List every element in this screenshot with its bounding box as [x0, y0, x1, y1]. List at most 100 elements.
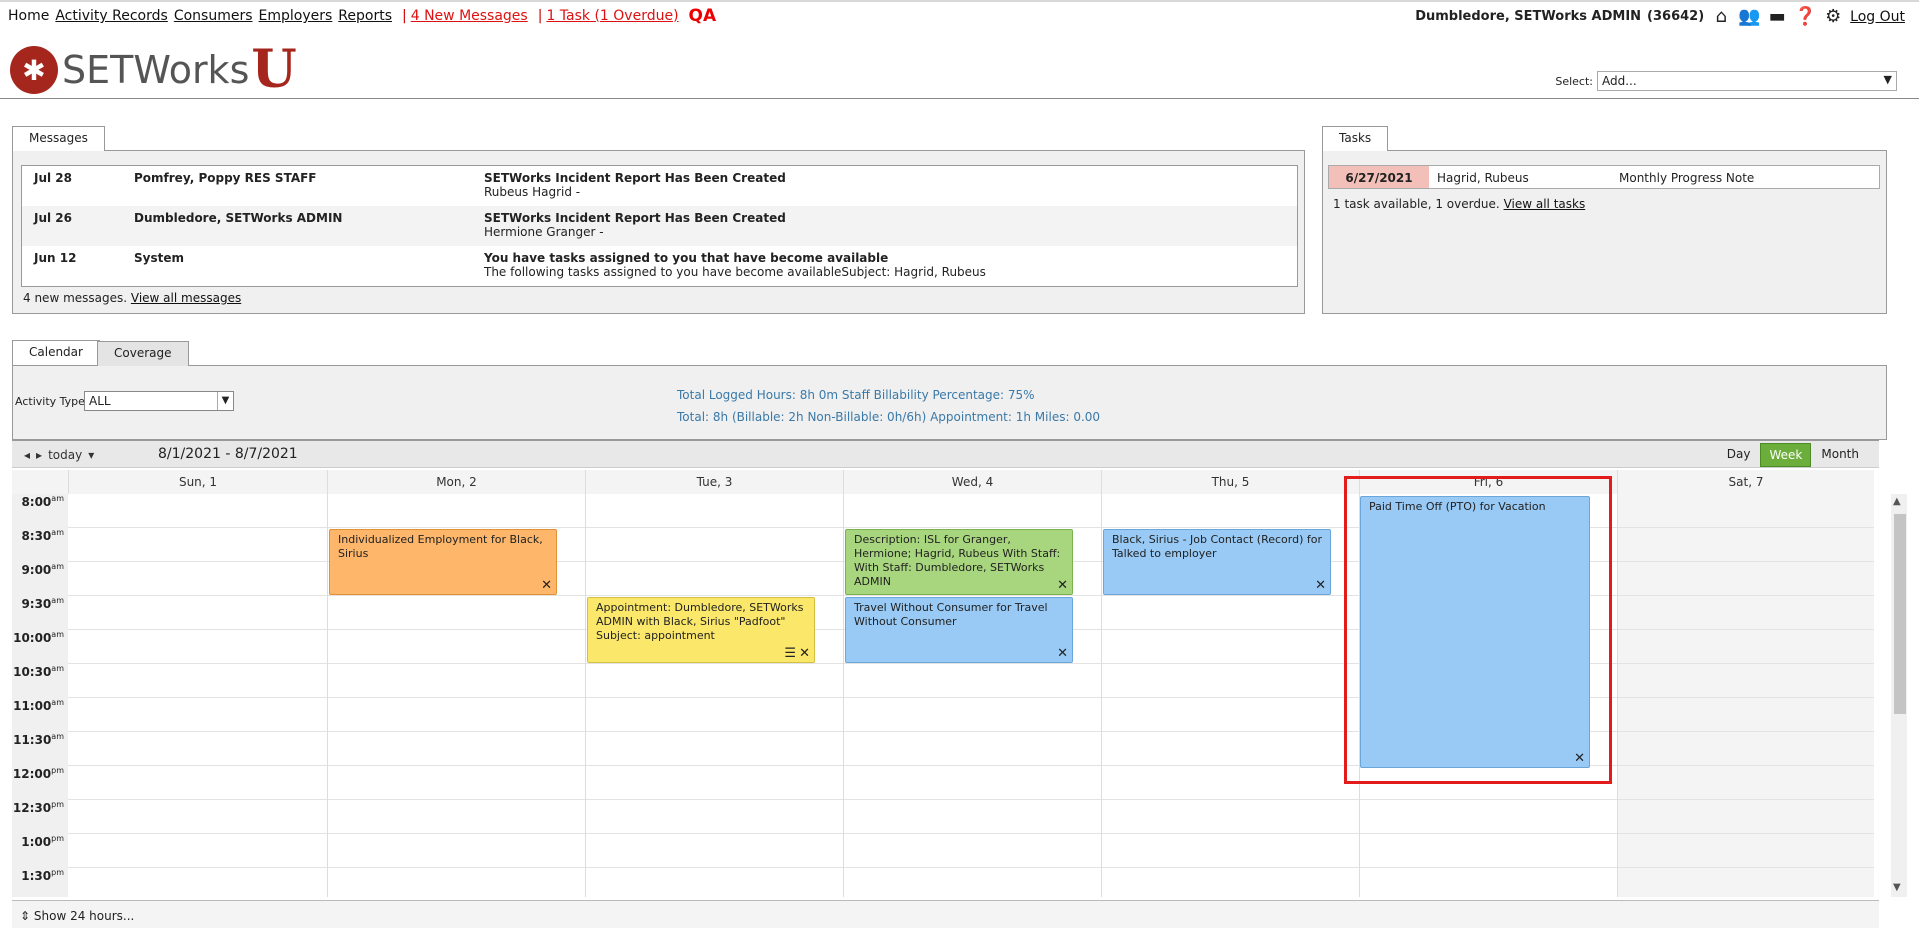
message-subject: SETWorks Incident Report Has Been Create… [484, 171, 786, 185]
event-title: Description: ISL for Granger, Hermione; … [854, 533, 1061, 588]
grid-line [585, 494, 586, 897]
activity-type-select[interactable]: ALL ▼ [84, 391, 234, 411]
view-switcher: Day Week Month [1719, 443, 1867, 467]
message-row[interactable]: Jun 12 System You have tasks assigned to… [22, 246, 1297, 286]
message-from: Dumbledore, SETWorks ADMIN [134, 211, 343, 225]
close-icon[interactable]: ✕ [1057, 579, 1068, 593]
tab-messages[interactable]: Messages [12, 126, 105, 151]
calendar-event-job-contact[interactable]: Black, Sirius - Job Contact (Record) for… [1103, 529, 1331, 595]
select-label: Select: [1555, 74, 1593, 88]
message-row[interactable]: Jul 28 Pomfrey, Poppy RES STAFF SETWorks… [22, 166, 1297, 206]
nav-reports[interactable]: Reports [338, 8, 392, 24]
date-range: 8/1/2021 - 8/7/2021 [158, 446, 298, 462]
scroll-thumb[interactable] [1894, 514, 1906, 714]
logo-figure-icon: ✱ [10, 46, 58, 94]
message-date: Jul 26 [34, 211, 72, 225]
logout-link[interactable]: Log Out [1850, 9, 1905, 25]
message-body: SETWorks Incident Report Has Been Create… [484, 211, 786, 246]
time-label: 10:00am [13, 630, 64, 645]
tab-tasks[interactable]: Tasks [1322, 126, 1389, 151]
scroll-down-icon[interactable]: ▼ [1893, 882, 1901, 893]
tasks-count: 1 task available, 1 overdue. [1333, 197, 1500, 211]
chevron-down-icon: ▼ [217, 392, 233, 410]
message-detail: Rubeus Hagrid - [484, 185, 581, 199]
day-header: Tue, 3 [585, 470, 843, 494]
user-id: (36642) [1647, 9, 1705, 24]
day-header: Sun, 1 [68, 470, 327, 494]
nav-employers[interactable]: Employers [259, 8, 333, 24]
user-name: Dumbledore, SETWorks ADMIN [1415, 9, 1642, 24]
message-date: Jun 12 [34, 251, 77, 265]
home-icon[interactable]: ⌂ [1710, 6, 1732, 27]
nav-new-messages[interactable]: 4 New Messages [411, 8, 528, 24]
message-date: Jul 28 [34, 171, 72, 185]
calendar-event-individualized-employment[interactable]: Individualized Employment for Black, Sir… [329, 529, 557, 595]
next-week-icon[interactable]: ▸ [36, 448, 42, 462]
view-day-button[interactable]: Day [1719, 443, 1759, 467]
header-divider [0, 98, 1919, 99]
message-row[interactable]: Jul 26 Dumbledore, SETWorks ADMIN SETWor… [22, 206, 1297, 246]
message-detail: The following tasks assigned to you have… [484, 265, 986, 279]
calendar-event-travel[interactable]: Travel Without Consumer for Travel Witho… [845, 597, 1073, 663]
time-label: 9:30am [21, 596, 64, 611]
event-title: Individualized Employment for Black, Sir… [338, 533, 543, 560]
close-icon[interactable]: ✕ [1315, 579, 1326, 593]
calendar-scrollbar[interactable]: ▲ ▼ [1891, 494, 1907, 897]
view-all-messages-link[interactable]: View all messages [131, 291, 241, 305]
close-icon[interactable]: ✕ [1057, 647, 1068, 661]
environment-badge: QA [688, 6, 717, 26]
add-select-value: Add... [1602, 74, 1637, 88]
totals-summary: Total Logged Hours: 8h 0m Staff Billabil… [677, 384, 1100, 428]
calendar-event-appointment[interactable]: Appointment: Dumbledore, SETWorks ADMIN … [587, 597, 815, 663]
view-month-button[interactable]: Month [1813, 443, 1867, 467]
grid-line [68, 867, 1874, 868]
day-header: Sat, 7 [1617, 470, 1874, 494]
logo-text: SETWorks [62, 48, 250, 92]
grid-line [843, 494, 844, 897]
time-label: 11:30am [13, 732, 64, 747]
time-header-blank [12, 470, 68, 494]
tab-coverage[interactable]: Coverage [97, 341, 189, 366]
briefcase-icon[interactable]: ▬ [1766, 6, 1788, 27]
activity-type-value: ALL [89, 394, 111, 408]
add-select[interactable]: Add... ▼ [1597, 71, 1897, 91]
tab-calendar[interactable]: Calendar [12, 340, 100, 365]
nav-activity-records[interactable]: Activity Records [55, 8, 167, 24]
totals-line-1: Total Logged Hours: 8h 0m Staff Billabil… [677, 388, 1035, 402]
messages-footer: 4 new messages. View all messages [23, 291, 241, 305]
grid-line [68, 833, 1874, 834]
grid-line [1101, 494, 1102, 897]
weekend-column [1617, 494, 1874, 897]
expand-icon[interactable]: ⇕ [20, 909, 30, 923]
message-from: System [134, 251, 184, 265]
today-button[interactable]: today [48, 448, 82, 462]
event-title: Travel Without Consumer for Travel Witho… [854, 601, 1048, 628]
calendar-toolbar: ◂ ▸ today ▾ 8/1/2021 - 8/7/2021 Day Week… [12, 440, 1879, 468]
event-title: Appointment: Dumbledore, SETWorks ADMIN … [596, 601, 804, 642]
help-icon[interactable]: ❓ [1794, 6, 1816, 27]
view-week-button[interactable]: Week [1760, 443, 1812, 467]
nav-separator: | [402, 8, 407, 24]
close-icon[interactable]: ✕ [799, 647, 810, 661]
close-icon[interactable]: ✕ [541, 579, 552, 593]
chevron-down-icon: ▼ [1883, 73, 1892, 86]
view-all-tasks-link[interactable]: View all tasks [1504, 197, 1586, 211]
time-label: 12:30pm [12, 800, 64, 815]
scroll-up-icon[interactable]: ▲ [1893, 496, 1901, 507]
prev-week-icon[interactable]: ◂ [24, 448, 30, 462]
nav-consumers[interactable]: Consumers [174, 8, 253, 24]
task-row[interactable]: 6/27/2021 Hagrid, Rubeus Monthly Progres… [1328, 165, 1880, 189]
calendar-event-isl[interactable]: Description: ISL for Granger, Hermione; … [845, 529, 1073, 595]
nav-tasks[interactable]: 1 Task (1 Overdue) [546, 8, 678, 24]
show-24-hours-link[interactable]: Show 24 hours... [34, 909, 134, 923]
logo-u: U [251, 39, 297, 100]
chevron-down-icon[interactable]: ▾ [88, 448, 94, 462]
calendar-footer: ⇕ Show 24 hours... [12, 900, 1879, 928]
time-label: 12:00pm [12, 766, 64, 781]
messages-count: 4 new messages. [23, 291, 128, 305]
users-icon[interactable]: 👥 [1738, 6, 1760, 27]
messages-panel: Jul 28 Pomfrey, Poppy RES STAFF SETWorks… [12, 150, 1305, 314]
nav-home[interactable]: Home [8, 8, 49, 24]
menu-icon[interactable]: ☰ [784, 647, 796, 661]
gear-icon[interactable]: ⚙ [1822, 6, 1844, 27]
